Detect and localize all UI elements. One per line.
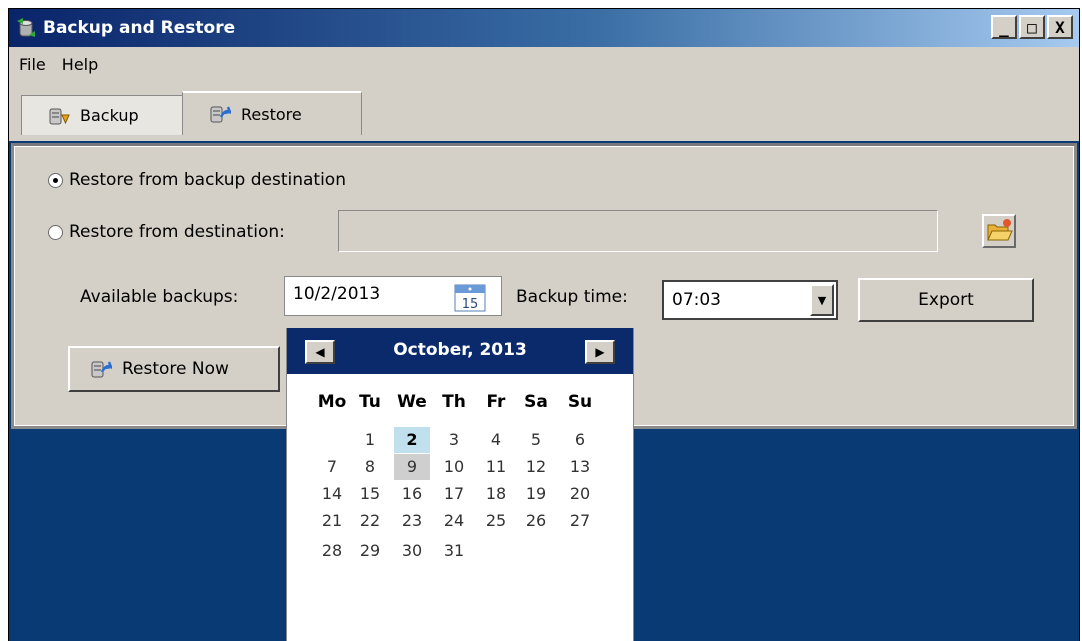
backup-time-label: Backup time: bbox=[516, 287, 628, 307]
calendar-day[interactable]: 28 bbox=[314, 538, 350, 564]
radio-custom-destination[interactable] bbox=[48, 224, 63, 240]
calendar-day[interactable]: 26 bbox=[518, 508, 554, 534]
calendar-day[interactable]: 23 bbox=[394, 508, 430, 534]
menu-help[interactable]: Help bbox=[56, 55, 104, 74]
calendar-header: ◀ October, 2013 ▶ bbox=[287, 328, 633, 374]
tab-backup[interactable]: Backup bbox=[21, 95, 183, 135]
calendar-day[interactable]: 29 bbox=[352, 538, 388, 564]
calendar-day[interactable]: 16 bbox=[394, 481, 430, 507]
available-backups-date-field[interactable]: 10/2/2013 15 bbox=[284, 276, 502, 316]
calendar-weekday-fr: Fr bbox=[486, 392, 506, 412]
maximize-button[interactable]: □ bbox=[1019, 15, 1045, 39]
calendar-month-title: October, 2013 bbox=[393, 340, 527, 360]
calendar-icon[interactable]: 15 bbox=[453, 281, 487, 313]
calendar-day[interactable]: 18 bbox=[478, 481, 514, 507]
calendar-day[interactable]: 11 bbox=[478, 454, 514, 480]
calendar-day[interactable]: 19 bbox=[518, 481, 554, 507]
tab-strip: Backup Restore bbox=[9, 81, 1079, 141]
calendar-day[interactable]: 8 bbox=[352, 454, 388, 480]
tab-restore-label: Restore bbox=[241, 104, 302, 124]
calendar-weekday-we: We bbox=[397, 392, 427, 412]
calendar-dropdown: ◀ October, 2013 ▶ Mo Tu We Th Fr Sa Su 1 2 3 4 5 6 7 8… bbox=[286, 328, 634, 641]
available-backups-date-value: 10/2/2013 bbox=[293, 284, 381, 304]
calendar-day[interactable]: 3 bbox=[436, 427, 472, 453]
backup-restore-app-icon bbox=[17, 18, 35, 37]
title-bar[interactable]: Backup and Restore _ □ X bbox=[9, 9, 1079, 47]
calendar-day[interactable]: 13 bbox=[562, 454, 598, 480]
menu-bar: File Help bbox=[9, 47, 1079, 81]
calendar-day[interactable]: 10 bbox=[436, 454, 472, 480]
calendar-day[interactable]: 24 bbox=[436, 508, 472, 534]
calendar-day[interactable]: 25 bbox=[478, 508, 514, 534]
calendar-day[interactable]: 1 bbox=[352, 427, 388, 453]
backup-time-select[interactable]: 07:03 ▼ bbox=[662, 280, 838, 320]
window-controls: _ □ X bbox=[991, 15, 1073, 39]
calendar-day[interactable]: 22 bbox=[352, 508, 388, 534]
calendar-weekday-su: Su bbox=[567, 392, 593, 412]
calendar-day[interactable]: 5 bbox=[518, 427, 554, 453]
browse-folder-button[interactable] bbox=[982, 214, 1016, 248]
close-button[interactable]: X bbox=[1047, 15, 1073, 39]
calendar-day[interactable]: 30 bbox=[394, 538, 430, 564]
calendar-day[interactable]: 14 bbox=[314, 481, 350, 507]
calendar-day[interactable]: 17 bbox=[436, 481, 472, 507]
restore-backup-destination-option[interactable]: Restore from backup destination bbox=[48, 170, 346, 190]
restore-now-label: Restore Now bbox=[122, 359, 229, 379]
tab-backup-label: Backup bbox=[80, 106, 139, 125]
calendar-day[interactable]: 21 bbox=[314, 508, 350, 534]
restore-custom-destination-label: Restore from destination: bbox=[69, 222, 285, 242]
minimize-button[interactable]: _ bbox=[991, 15, 1017, 39]
restore-icon bbox=[91, 361, 112, 378]
calendar-day[interactable]: 4 bbox=[478, 427, 514, 453]
backup-icon bbox=[49, 108, 70, 124]
destination-path-input[interactable] bbox=[338, 210, 938, 252]
restore-custom-destination-option[interactable]: Restore from destination: bbox=[48, 222, 285, 242]
calendar-day[interactable]: 27 bbox=[562, 508, 598, 534]
calendar-day[interactable]: 6 bbox=[562, 427, 598, 453]
calendar-day[interactable]: 7 bbox=[314, 454, 350, 480]
export-button[interactable]: Export bbox=[858, 278, 1034, 322]
available-backups-label: Available backups: bbox=[80, 287, 239, 307]
calendar-day[interactable]: 15 bbox=[352, 481, 388, 507]
calendar-weekday-tu: Tu bbox=[359, 392, 381, 412]
calendar-weekday-sa: Sa bbox=[524, 392, 548, 412]
calendar-icon-number: 15 bbox=[462, 297, 479, 312]
restore-icon bbox=[210, 106, 231, 123]
backup-time-value: 07:03 bbox=[672, 290, 721, 310]
tab-restore[interactable]: Restore bbox=[182, 91, 362, 135]
restore-backup-destination-label: Restore from backup destination bbox=[69, 170, 346, 190]
menu-file[interactable]: File bbox=[13, 55, 52, 74]
radio-backup-destination[interactable] bbox=[48, 172, 63, 188]
folder-icon bbox=[987, 219, 1013, 241]
calendar-day[interactable]: 20 bbox=[562, 481, 598, 507]
calendar-day[interactable]: 9 bbox=[394, 454, 430, 480]
calendar-day[interactable]: 31 bbox=[436, 538, 472, 564]
chevron-down-icon[interactable]: ▼ bbox=[810, 284, 834, 316]
calendar-weekday-mo: Mo bbox=[317, 392, 347, 412]
calendar-weekday-th: Th bbox=[442, 392, 466, 412]
calendar-next-month-button[interactable]: ▶ bbox=[585, 340, 615, 364]
calendar-day[interactable]: 2 bbox=[394, 427, 430, 453]
restore-now-button[interactable]: Restore Now bbox=[68, 346, 280, 392]
window-title: Backup and Restore bbox=[43, 18, 236, 38]
calendar-day[interactable]: 12 bbox=[518, 454, 554, 480]
